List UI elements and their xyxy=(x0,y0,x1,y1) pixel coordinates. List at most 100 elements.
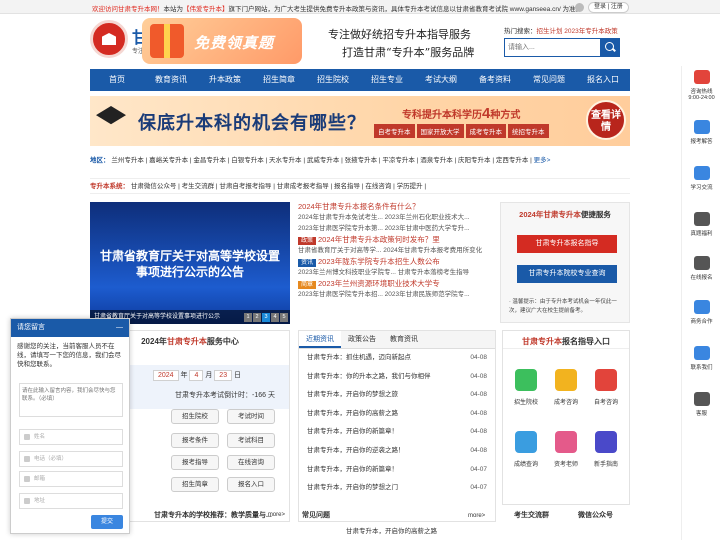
news-headline-text[interactable]: 2024年甘肃专升本政策何时发布？里 xyxy=(318,235,440,244)
news-headline[interactable]: 简章 2023年兰州资源环境职业技术大学专 xyxy=(298,278,491,289)
search-input[interactable] xyxy=(508,41,598,54)
brand-link[interactable]: 【伟爱专升本】 xyxy=(183,6,229,13)
news-sub[interactable]: 2023年兰州博文科技职业学院专... 甘肃专升本落榜考生指导 xyxy=(298,267,491,278)
list-item-title[interactable]: 甘肃专升本，开启你的逆袭之路！ xyxy=(307,442,405,461)
slide-page-button[interactable]: 5 xyxy=(280,313,288,322)
region-more-link[interactable]: 更多> xyxy=(534,157,551,164)
list-item-title[interactable]: 甘肃专升本，开启你的梦想之门 xyxy=(307,479,398,498)
exam-bonus-item[interactable]: 真题福利 xyxy=(682,212,720,237)
list-item[interactable]: 甘肃专升本，开启你的高薪之路 04-08 xyxy=(299,405,495,424)
news-headline-text[interactable]: 2023年陇东学院专升本招生人数公布 xyxy=(318,257,440,266)
view-detail-button[interactable]: 查看详情 xyxy=(586,100,626,140)
slide-page-button[interactable]: 2 xyxy=(253,313,261,322)
news-sub[interactable]: 甘肃省教育厅关于对高等学... 2024年甘肃专升本报考费用所变化 xyxy=(298,245,491,256)
newbie-guide-entry[interactable]: 新手指南 xyxy=(587,431,625,468)
banner-tag[interactable]: 自考专升本 xyxy=(374,124,415,138)
phone-field[interactable]: 电话（必填） xyxy=(19,451,123,467)
login-button[interactable]: 登录 | 注册 xyxy=(588,1,629,13)
news-sub[interactable]: 2024年甘肃专升本免试考生... 2023年兰州石化职业技术大... xyxy=(298,212,491,223)
list-item-title[interactable]: 甘肃专升本：抓住机遇，迈向新起点 xyxy=(307,349,411,368)
address-field[interactable]: 地址 xyxy=(19,493,123,509)
hot-search-links[interactable]: 招生计划 2023年专升本政策 xyxy=(537,28,618,35)
news-headline[interactable]: 2024年甘肃专升本报名条件有什么？ xyxy=(298,201,491,212)
faq-item[interactable]: 甘肃专升本，开启你的高薪之路 xyxy=(346,524,496,540)
banner-tag[interactable]: 成考专升本 xyxy=(465,124,506,138)
nav-materials[interactable]: 备考资料 xyxy=(468,69,522,91)
list-item[interactable]: 甘肃专升本，开启你的新篇章！ 04-08 xyxy=(299,423,495,442)
nav-brochure[interactable]: 招生简章 xyxy=(252,69,306,91)
business-item[interactable]: 商务合作 xyxy=(682,300,720,325)
adult-exam-entry[interactable]: 成考咨询 xyxy=(547,369,585,406)
nav-faq[interactable]: 常见问题 xyxy=(522,69,576,91)
wechat-tab[interactable]: 微信公众号 xyxy=(578,508,638,524)
hotline-item[interactable]: 咨询热线 9:00-24:00 xyxy=(682,70,720,101)
message-textarea[interactable] xyxy=(19,383,123,417)
study-exchange-item[interactable]: 学习交流 xyxy=(682,166,720,191)
site-logo-icon[interactable] xyxy=(90,20,128,58)
ad-banner[interactable]: 保底升本科的机会有哪些？ 专科提升本科学历4种方式 自考专升本 国家开放大学 成… xyxy=(90,96,630,146)
list-item-title[interactable]: 甘肃专升本：你的升本之路，我们与你相伴 xyxy=(307,368,431,387)
news-slideshow[interactable]: 甘肃省教育厅关于对高等学校设置事项进行公示的公告 甘肃省教育厅关于对高等学校设置… xyxy=(90,202,290,324)
email-field[interactable]: 邮箱 xyxy=(19,471,123,487)
service-button-schools[interactable]: 招生院校 xyxy=(171,409,219,424)
service-button-consult[interactable]: 在线咨询 xyxy=(227,455,275,470)
service-button-brochure[interactable]: 招生简章 xyxy=(171,477,219,492)
slide-page-button[interactable]: 4 xyxy=(271,313,279,322)
customer-service-item[interactable]: 客服 xyxy=(682,392,720,417)
slide-page-button[interactable]: 3 xyxy=(262,313,270,322)
list-item-title[interactable]: 甘肃专升本，开启你的新篇章！ xyxy=(307,423,398,442)
list-item[interactable]: 甘肃专升本：你的升本之路，我们与你相伴 04-08 xyxy=(299,368,495,387)
service-button-conditions[interactable]: 报考条件 xyxy=(171,433,219,448)
nav-syllabus[interactable]: 考试大纲 xyxy=(414,69,468,91)
name-field[interactable]: 姓名 xyxy=(19,429,123,445)
contact-item[interactable]: 联系我们 xyxy=(682,346,720,371)
nav-apply[interactable]: 报名入口 xyxy=(576,69,630,91)
region-links[interactable]: 兰州专升本 | 嘉峪关专升本 | 金昌专升本 | 白银专升本 | 天水专升本 |… xyxy=(111,157,532,164)
banner-tag[interactable]: 统招专升本 xyxy=(508,124,549,138)
service-button-apply[interactable]: 报名入口 xyxy=(227,477,275,492)
banner-tag[interactable]: 国家开放大学 xyxy=(416,124,464,138)
tab-policy[interactable]: 政策公告 xyxy=(341,331,383,348)
list-item[interactable]: 甘肃专升本，开启你的新篇章！ 04-07 xyxy=(299,461,495,480)
list-item[interactable]: 甘肃专升本，开启你的梦想之门 04-07 xyxy=(299,479,495,498)
system-links[interactable]: 甘肃微信公众号 | 考生交流群 | 甘肃自考报考指导 | 甘肃成考报考指导 | … xyxy=(131,183,426,190)
exam-answer-item[interactable]: 报考解答 xyxy=(682,120,720,145)
list-item[interactable]: 甘肃专升本：抓住机遇，迈向新起点 04-08 xyxy=(299,349,495,368)
minimize-icon[interactable]: — xyxy=(116,319,123,337)
tab-recent[interactable]: 近期资讯 xyxy=(299,331,341,348)
news-headline[interactable]: 政策 2024年甘肃专升本政策何时发布？里 xyxy=(298,234,491,245)
news-headline[interactable]: 资讯 2023年陇东学院专升本招生人数公布 xyxy=(298,256,491,267)
teacher-entry[interactable]: 资考老师 xyxy=(547,431,585,468)
service-button-guide[interactable]: 报考指导 xyxy=(171,455,219,470)
self-exam-entry[interactable]: 自考咨询 xyxy=(587,369,625,406)
nav-policy[interactable]: 升本政策 xyxy=(198,69,252,91)
list-item[interactable]: 甘肃专升本，开启你的梦想之旅 04-08 xyxy=(299,386,495,405)
submit-button[interactable]: 提交 xyxy=(91,515,123,529)
list-item-title[interactable]: 甘肃专升本，开启你的梦想之旅 xyxy=(307,386,398,405)
list-item-title[interactable]: 甘肃专升本，开启你的新篇章！ xyxy=(307,461,398,480)
online-apply-item[interactable]: 在线报名 xyxy=(682,256,720,281)
list-item-title[interactable]: 甘肃专升本，开启你的高薪之路 xyxy=(307,405,398,424)
tab-education[interactable]: 教育资讯 xyxy=(383,331,425,348)
news-sub[interactable]: 2023年甘肃医学院专升本招... 2023年甘肃民族师范学院专... xyxy=(298,289,491,300)
score-query-entry[interactable]: 成绩查询 xyxy=(507,431,545,468)
school-query-button[interactable]: 甘肃专升本院校专业查询 xyxy=(517,265,617,283)
service-button-exam-time[interactable]: 考试时间 xyxy=(227,409,275,424)
apply-guide-button[interactable]: 甘肃专升本报名指导 xyxy=(517,235,617,253)
school-recommend-link[interactable]: 甘肃专升本的学校推荐：教学质量与... xyxy=(154,508,294,524)
student-group-tab[interactable]: 考生交流群 xyxy=(514,508,574,524)
slide-page-button[interactable]: 1 xyxy=(244,313,252,322)
nav-home[interactable]: 首页 xyxy=(90,69,144,91)
news-sub[interactable]: 2023年甘肃医学院专升本第... 2023年甘肃中医药大学专升... xyxy=(298,223,491,234)
list-item[interactable]: 甘肃专升本，开启你的逆袭之路！ 04-08 xyxy=(299,442,495,461)
faq-more-link[interactable]: more> xyxy=(468,508,498,524)
news-headline-text[interactable]: 2023年兰州资源环境职业技术大学专 xyxy=(318,279,440,288)
nav-edu-news[interactable]: 教育资讯 xyxy=(144,69,198,91)
nav-majors[interactable]: 招生专业 xyxy=(360,69,414,91)
side-label: 在线报名 xyxy=(690,275,713,281)
free-exam-promo[interactable]: 免费领真题 xyxy=(142,18,302,64)
schools-entry[interactable]: 招生院校 xyxy=(507,369,545,406)
search-icon[interactable] xyxy=(600,38,620,57)
service-button-subjects[interactable]: 考试科目 xyxy=(227,433,275,448)
nav-schools[interactable]: 招生院校 xyxy=(306,69,360,91)
